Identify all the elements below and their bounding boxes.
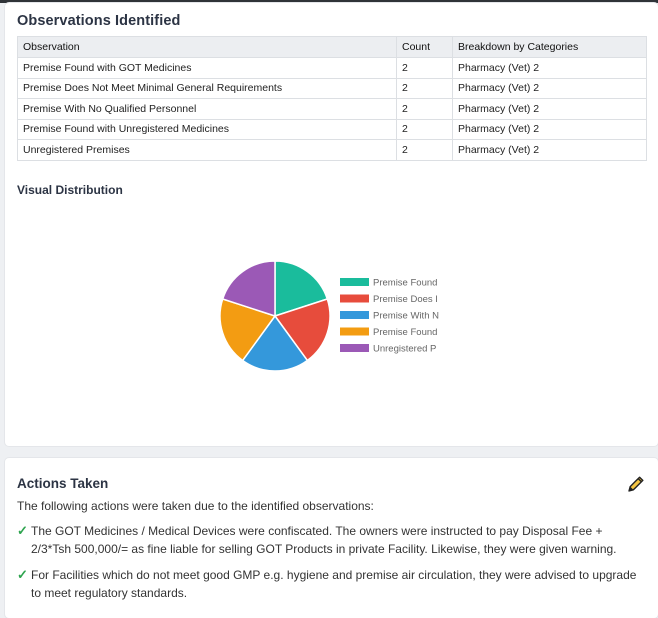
legend-swatch	[340, 311, 369, 319]
legend-swatch	[340, 294, 369, 303]
check-icon: ✓	[17, 567, 28, 582]
legend-label: Premise Found	[373, 327, 437, 338]
legend-swatch	[340, 344, 369, 352]
legend-label: Premise Does I	[373, 294, 438, 305]
legend-swatch	[340, 278, 369, 286]
actions-card: Actions Taken The following actions were…	[5, 458, 658, 618]
actions-title: Actions Taken	[17, 476, 109, 491]
legend-swatch	[340, 327, 369, 336]
actions-intro: The following actions were taken due to …	[17, 499, 374, 513]
pencil-icon[interactable]	[626, 474, 646, 494]
legend-label: Unregistered P	[373, 344, 436, 355]
legend-label: Premise Found	[373, 278, 437, 289]
check-icon: ✓	[17, 523, 28, 538]
action-item: ✓ The GOT Medicines / Medical Devices we…	[17, 522, 642, 558]
action-text: The GOT Medicines / Medical Devices were…	[31, 524, 617, 556]
action-text: For Facilities which do not meet good GM…	[31, 568, 637, 600]
pie-chart: Premise Found Premise Does I Premise With …	[219, 260, 439, 372]
observations-card: Observations Identified Observation Coun…	[5, 3, 658, 446]
legend-label: Premise With N	[373, 311, 439, 322]
action-item: ✓ For Facilities which do not meet good …	[17, 566, 642, 602]
